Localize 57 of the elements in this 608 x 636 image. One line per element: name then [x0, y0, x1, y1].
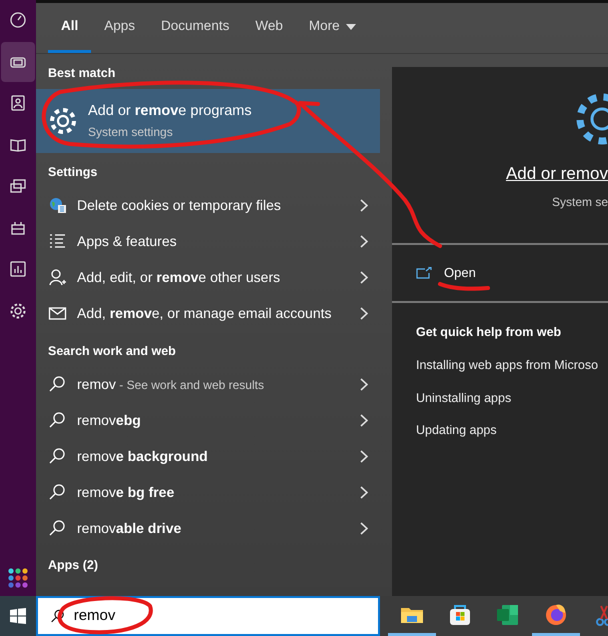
windows-icon	[10, 608, 26, 624]
section-heading: Settings	[47, 164, 98, 181]
tab[interactable]: Documents	[148, 3, 242, 53]
web-search-suggestion[interactable]: remove background	[36, 438, 380, 474]
globe-icon	[48, 196, 67, 215]
search-box[interactable]: remov	[36, 596, 380, 636]
section-heading: Search work and web	[47, 342, 177, 360]
help-link[interactable]: Uninstalling apps	[416, 388, 608, 408]
sidebar-item[interactable]	[1, 42, 35, 82]
chevron-icon	[360, 522, 368, 535]
settings-result[interactable]: Add, remove, or manage email accounts	[36, 296, 380, 332]
help-link[interactable]: Updating apps	[416, 421, 608, 440]
settings-result[interactable]: Apps & features	[36, 224, 380, 260]
preview-title: Add or remov	[506, 163, 608, 185]
tab[interactable]: Apps	[91, 3, 148, 53]
gear-icon	[9, 302, 27, 320]
start-button[interactable]	[0, 596, 36, 636]
chevron-icon	[360, 271, 368, 284]
annotation-underline	[438, 282, 490, 291]
gauge-icon	[9, 11, 27, 29]
chevron-icon	[360, 199, 368, 212]
search-icon	[50, 608, 66, 624]
web-search-suggestion[interactable]: remov - See work and web results	[36, 366, 380, 402]
badge-icon	[9, 94, 27, 112]
search-icon	[48, 518, 67, 538]
settings-result[interactable]: Add, edit, or remove other users	[36, 260, 380, 296]
apps-grid-icon[interactable]	[8, 568, 28, 588]
help-heading: Get quick help from web	[416, 324, 562, 341]
help-link[interactable]: Installing web apps from Microso	[416, 356, 608, 374]
chevron-icon	[360, 235, 368, 248]
web-search-suggestion[interactable]: remove bg free	[36, 474, 380, 510]
open-button[interactable]: Open	[444, 263, 476, 283]
settings-icon	[48, 106, 78, 136]
search-icon	[48, 446, 67, 466]
tab[interactable]: All	[48, 3, 92, 53]
section-heading: Apps (2)	[47, 557, 99, 574]
web-search-suggestion[interactable]: removebg	[36, 402, 380, 438]
search-icon	[48, 374, 67, 394]
chevron-icon	[360, 414, 368, 427]
chevron-icon	[360, 378, 368, 391]
tab[interactable]: More	[296, 3, 369, 53]
search-icon	[48, 482, 67, 502]
user-add-icon	[48, 268, 67, 287]
chevron-icon	[360, 307, 368, 320]
settings-result[interactable]: Delete cookies or temporary files	[36, 188, 380, 224]
chevron-icon	[360, 486, 368, 499]
result-subtitle: System settings	[88, 124, 174, 141]
web-search-suggestion[interactable]: removable drive	[36, 510, 380, 546]
search-icon	[48, 410, 67, 430]
preview-subtitle: System se	[552, 194, 608, 210]
open-external-icon	[416, 267, 432, 279]
chevron-icon	[360, 450, 368, 463]
best-match-result[interactable]: Add or remove programs System settings	[36, 88, 380, 153]
section-heading: Best match	[47, 65, 116, 82]
tab[interactable]: Web	[242, 3, 296, 53]
chart-icon	[9, 260, 27, 278]
result-title: Add or remove programs	[88, 102, 252, 121]
